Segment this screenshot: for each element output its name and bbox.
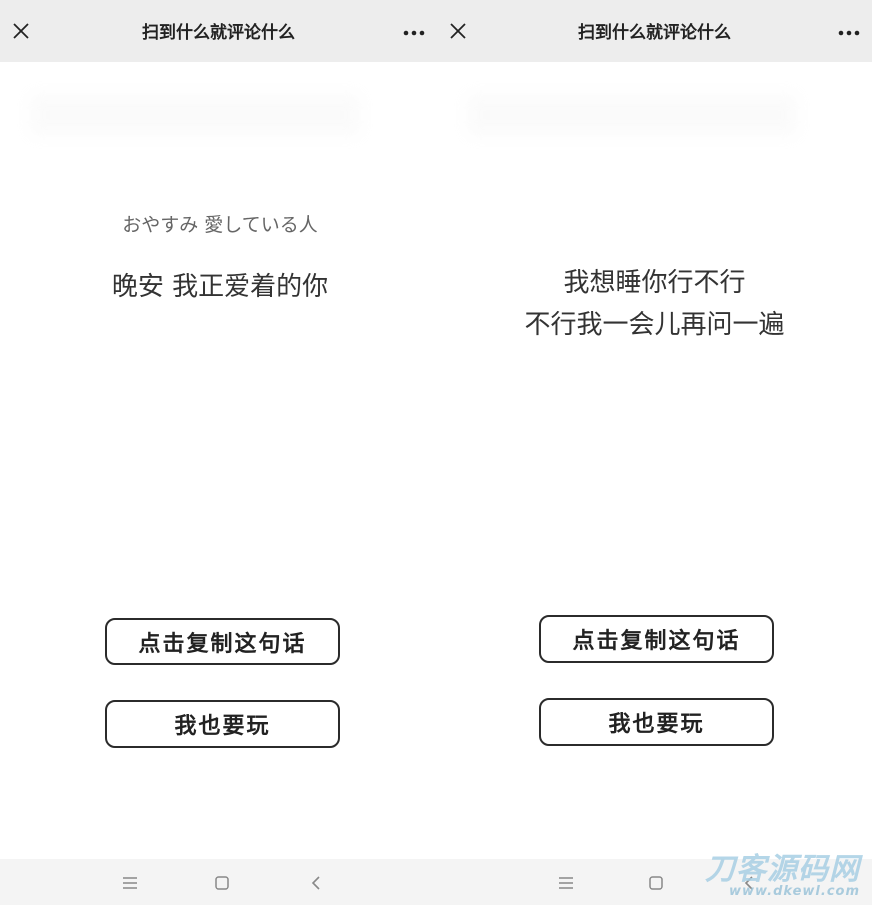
back-chevron-icon	[311, 876, 320, 890]
close-icon	[13, 23, 29, 39]
menu-icon	[559, 877, 573, 889]
quote-line-1: 我想睡你行不行	[563, 268, 746, 298]
menu-nav-button[interactable]	[118, 871, 142, 895]
close-button[interactable]	[6, 16, 36, 46]
more-dots-icon	[403, 30, 425, 36]
screen-right: 扫到什么就评论什么 我想睡你行不行 不行我一会儿再问一遍 点击复制这句话 我也要…	[437, 0, 872, 905]
watermark-url: www.dkewl.com	[728, 884, 860, 900]
watermark-brand: 刀客源码网	[705, 851, 860, 887]
play-too-button[interactable]: 我也要玩	[539, 698, 774, 746]
screen-left: 扫到什么就评论什么 おやすみ 愛している人 晚安 我正爱着的你 点击复制这句话 …	[0, 0, 437, 905]
close-button[interactable]	[443, 16, 473, 46]
top-bar: 扫到什么就评论什么	[0, 0, 437, 62]
home-nav-button[interactable]	[210, 871, 234, 895]
menu-nav-button[interactable]	[554, 871, 578, 895]
quote-line-2: 不行我一会儿再问一遍	[524, 310, 785, 340]
top-bar: 扫到什么就评论什么	[437, 0, 872, 62]
back-nav-button[interactable]	[304, 871, 328, 895]
blurred-banner	[467, 94, 797, 136]
close-icon	[450, 23, 466, 39]
site-watermark: 刀客源码网 www.dkewl.com	[692, 854, 860, 899]
more-button[interactable]	[832, 18, 866, 48]
menu-icon	[123, 877, 137, 889]
system-nav-bar	[0, 859, 437, 905]
more-dots-icon	[838, 30, 860, 36]
quote-subtitle: おやすみ 愛している人	[122, 214, 318, 236]
more-button[interactable]	[397, 18, 431, 48]
copy-sentence-button[interactable]: 点击复制这句话	[105, 618, 340, 665]
blurred-banner	[30, 94, 360, 136]
page-title: 扫到什么就评论什么	[142, 23, 295, 43]
home-square-icon	[649, 876, 663, 890]
play-too-button[interactable]: 我也要玩	[105, 700, 340, 748]
page-title: 扫到什么就评论什么	[578, 23, 731, 43]
home-nav-button[interactable]	[644, 871, 668, 895]
home-square-icon	[215, 876, 229, 890]
quote-line: 晚安 我正爱着的你	[111, 272, 329, 302]
copy-sentence-button[interactable]: 点击复制这句话	[539, 615, 774, 663]
